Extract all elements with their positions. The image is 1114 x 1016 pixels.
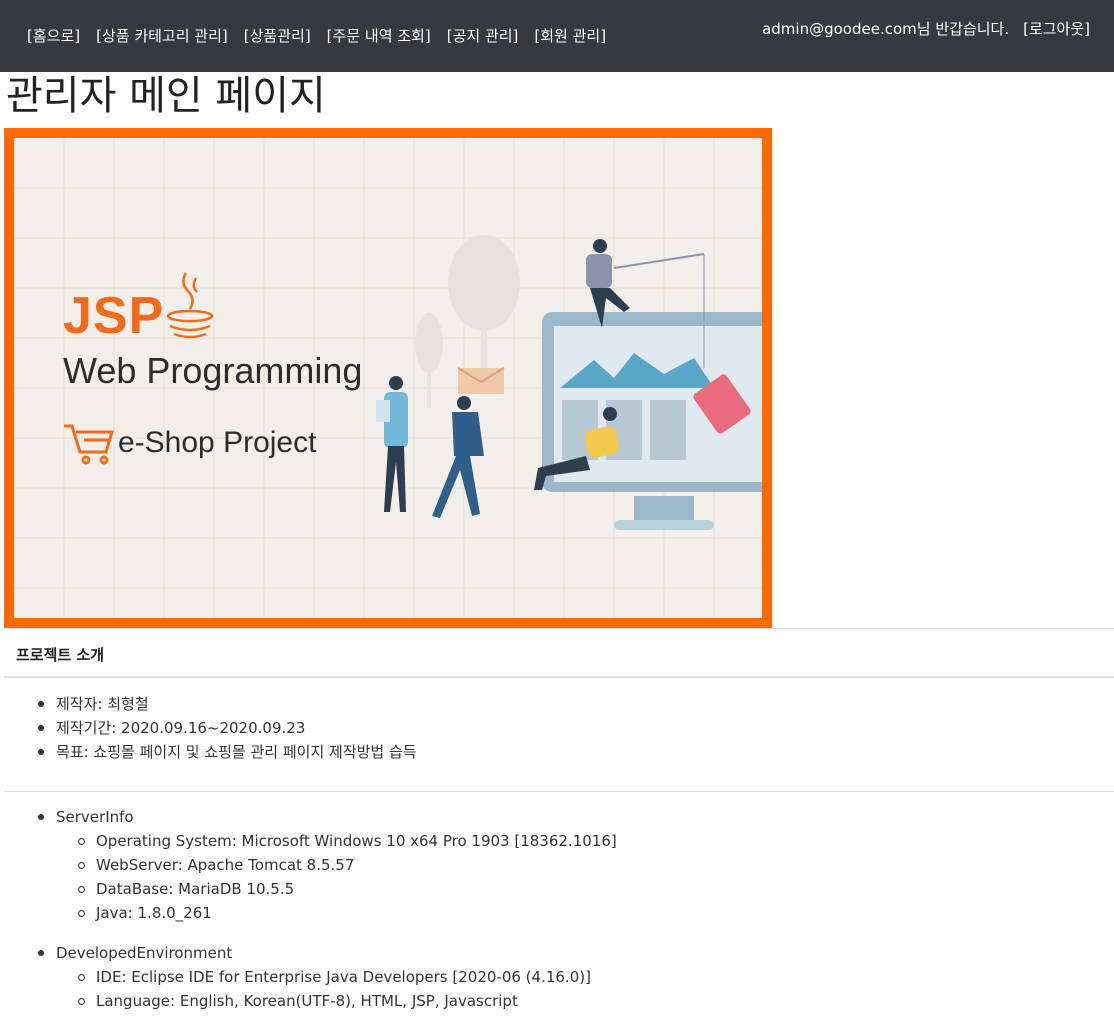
environment-list: ServerInfo Operating System: Microsoft W…	[38, 805, 617, 1013]
banner-inner: JSP Web Programming e-Shop Project	[14, 138, 762, 618]
nav-link-members[interactable]: [회원 관리]	[534, 25, 606, 46]
nav-link-notices[interactable]: [공지 관리]	[447, 25, 519, 46]
server-info-sublist: Operating System: Microsoft Windows 10 x…	[78, 829, 617, 925]
top-navbar: [홈으로] [상품 카테고리 관리] [상품관리] [주문 내역 조회] [공지…	[0, 0, 1114, 72]
user-greeting: admin@goodee.com님 반갑습니다.	[762, 20, 1010, 38]
nav-link-home[interactable]: [홈으로]	[27, 25, 80, 46]
list-item-author: 제작자: 최형철	[38, 692, 417, 716]
list-item-database: DataBase: MariaDB 10.5.5	[78, 877, 617, 901]
logout-link[interactable]: [로그아웃]	[1023, 18, 1090, 39]
banner-image: JSP Web Programming e-Shop Project	[4, 128, 772, 628]
banner-title-jsp: JSP	[63, 287, 165, 345]
nav-link-orders[interactable]: [주문 내역 조회]	[327, 25, 431, 46]
page-title: 관리자 메인 페이지	[6, 73, 326, 119]
nav-link-category[interactable]: [상품 카테고리 관리]	[96, 25, 228, 46]
list-item-java: Java: 1.8.0_261	[78, 901, 617, 925]
nav-link-products[interactable]: [상품관리]	[244, 25, 311, 46]
banner-title-web-programming: Web Programming	[63, 350, 363, 391]
list-item-ide: IDE: Eclipse IDE for Enterprise Java Dev…	[78, 965, 617, 989]
project-intro-list: 제작자: 최형철 제작기간: 2020.09.16~2020.09.23 목표:…	[38, 692, 417, 764]
list-item-dev-env: DevelopedEnvironment	[38, 941, 617, 965]
nav-user-area: admin@goodee.com님 반갑습니다. [로그아웃]	[762, 18, 1090, 39]
list-item-os: Operating System: Microsoft Windows 10 x…	[78, 829, 617, 853]
divider	[4, 791, 1114, 792]
list-item-language: Language: English, Korean(UTF-8), HTML, …	[78, 989, 617, 1013]
dev-env-sublist: IDE: Eclipse IDE for Enterprise Java Dev…	[78, 965, 617, 1013]
banner-title-eshop: e-Shop Project	[118, 426, 317, 459]
list-item-server-info: ServerInfo	[38, 805, 617, 829]
dev-env-title: DevelopedEnvironment	[56, 944, 233, 962]
list-item-webserver: WebServer: Apache Tomcat 8.5.57	[78, 853, 617, 877]
project-intro-heading: 프로젝트 소개	[16, 646, 105, 664]
list-item-period: 제작기간: 2020.09.16~2020.09.23	[38, 716, 417, 740]
project-intro-header: 프로젝트 소개	[4, 628, 1114, 678]
list-item-goal: 목표: 쇼핑몰 페이지 및 쇼핑몰 관리 페이지 제작방법 습득	[38, 740, 417, 764]
server-info-title: ServerInfo	[56, 808, 134, 826]
nav-links: [홈으로] [상품 카테고리 관리] [상품관리] [주문 내역 조회] [공지…	[27, 25, 606, 46]
